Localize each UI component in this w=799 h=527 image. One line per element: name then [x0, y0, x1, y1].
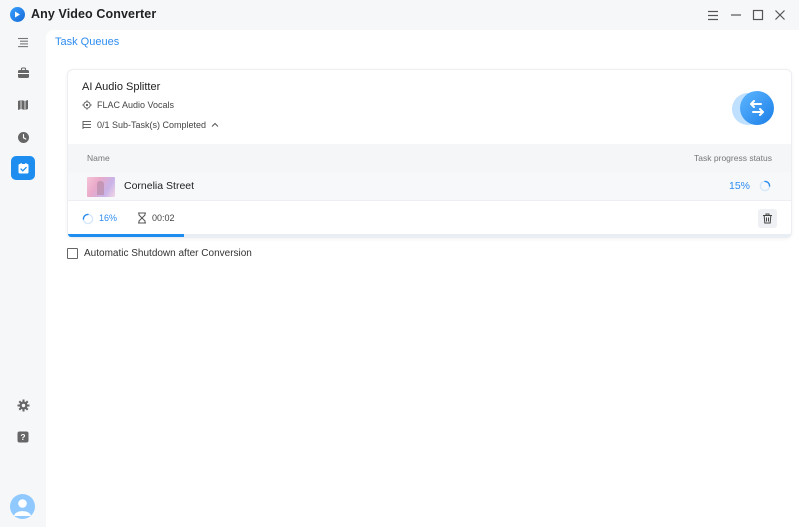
output-format-label: FLAC Audio Vocals: [97, 100, 175, 110]
sidebar: ?: [0, 30, 46, 527]
file-name: Cornelia Street: [124, 180, 195, 192]
convert-arrows-icon: [732, 91, 774, 127]
chevron-up-icon[interactable]: [211, 122, 219, 128]
app-logo-icon: [10, 7, 25, 22]
auto-shutdown-checkbox[interactable]: [67, 248, 78, 259]
settings-icon[interactable]: [11, 393, 35, 417]
library-icon[interactable]: [11, 93, 35, 117]
toolbox-icon[interactable]: [11, 61, 35, 85]
hourglass-icon: [138, 212, 146, 224]
history-icon[interactable]: [11, 125, 35, 149]
task-queue-icon[interactable]: [11, 156, 35, 180]
progress-fill: [68, 234, 184, 237]
output-format: FLAC Audio Vocals: [82, 100, 174, 110]
auto-shutdown-option[interactable]: Automatic Shutdown after Conversion: [67, 248, 252, 259]
subtask-status: 0/1 Sub-Task(s) Completed: [97, 120, 207, 130]
collapse-menu-icon[interactable]: [11, 30, 35, 54]
table-row: Cornelia Street 15%: [68, 172, 791, 201]
overall-progress: 16%: [99, 213, 118, 223]
column-name: Name: [87, 153, 110, 163]
task-title: AI Audio Splitter: [82, 81, 161, 93]
file-thumbnail: [87, 177, 115, 197]
tab-task-queues[interactable]: Task Queues: [55, 36, 119, 48]
close-icon[interactable]: [771, 6, 789, 24]
overall-progress-bar: [68, 234, 791, 237]
column-status: Task progress status: [694, 153, 772, 163]
maximize-icon[interactable]: [749, 6, 767, 24]
user-avatar[interactable]: [10, 494, 35, 519]
delete-button[interactable]: [758, 209, 777, 228]
svg-text:?: ?: [20, 432, 25, 442]
table-header: Name Task progress status: [68, 144, 791, 172]
auto-shutdown-label: Automatic Shutdown after Conversion: [84, 248, 252, 259]
loading-spinner-icon: [82, 213, 94, 225]
audio-settings-icon: [82, 100, 92, 110]
title-bar: Any Video Converter: [0, 0, 799, 30]
subtask-list-icon: [82, 121, 91, 129]
file-progress: 15%: [728, 180, 750, 192]
trash-icon: [763, 213, 772, 224]
task-footer: 16% 00:02: [68, 201, 791, 235]
help-icon[interactable]: ?: [11, 425, 35, 449]
menu-icon[interactable]: [704, 6, 722, 24]
minimize-icon[interactable]: [727, 6, 745, 24]
task-card: AI Audio Splitter FLAC Audio Vocals 0/1 …: [67, 69, 792, 238]
app-title: Any Video Converter: [31, 7, 157, 21]
elapsed-time: 00:02: [152, 213, 175, 223]
subtask-toggle[interactable]: 0/1 Sub-Task(s) Completed: [82, 120, 219, 130]
loading-spinner-icon: [759, 180, 771, 192]
